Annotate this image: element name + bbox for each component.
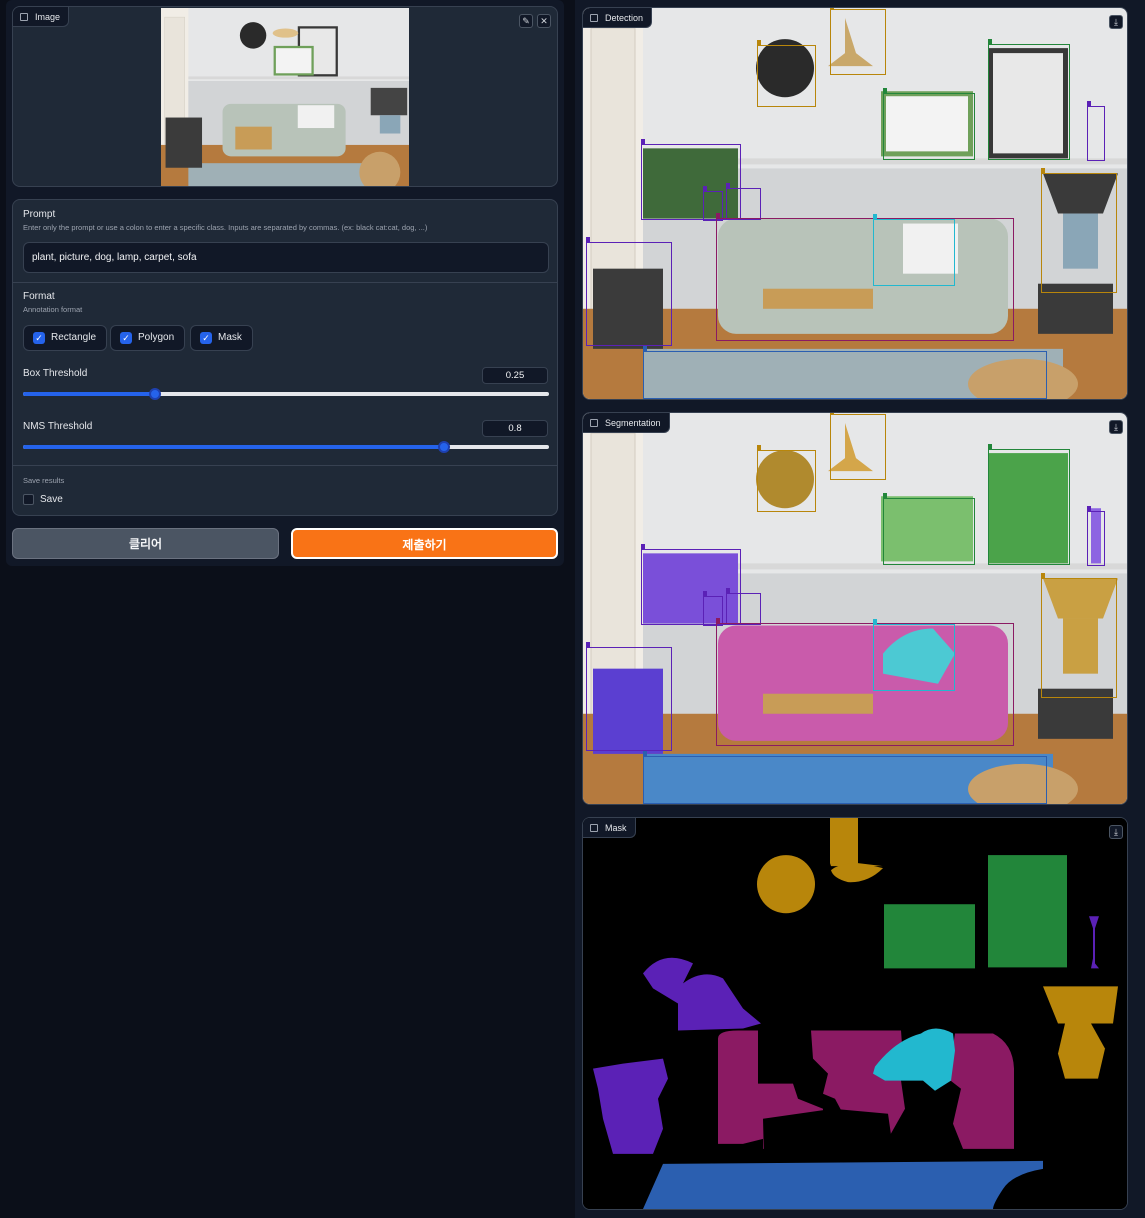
box-threshold-value[interactable]: 0.25 bbox=[482, 367, 548, 384]
checkmark-icon[interactable]: ✓ bbox=[120, 332, 132, 344]
detection-output: Detection ⤓ bbox=[582, 7, 1128, 400]
bbox-sofa bbox=[716, 213, 1014, 341]
bbox-plant bbox=[586, 642, 672, 751]
image-icon bbox=[590, 419, 598, 427]
slider-thumb[interactable] bbox=[148, 388, 161, 400]
bbox-lamp bbox=[1041, 573, 1117, 698]
mask-image bbox=[583, 818, 1127, 1209]
bbox-lamp bbox=[1041, 168, 1117, 293]
nms-threshold-label: NMS Threshold bbox=[23, 421, 93, 432]
settings-form: Prompt Enter only the prompt or use a co… bbox=[12, 199, 558, 516]
bbox-picture bbox=[883, 88, 975, 160]
bbox-picture bbox=[988, 39, 1070, 160]
bbox-plant bbox=[703, 186, 723, 221]
box-threshold-slider[interactable] bbox=[23, 388, 549, 400]
bbox-picture bbox=[988, 444, 1070, 565]
checkbox-polygon[interactable]: ✓ Polygon bbox=[110, 325, 186, 351]
save-section-label: Save results bbox=[23, 476, 65, 485]
bbox-carpet bbox=[643, 751, 1047, 804]
segmentation-output: Segmentation ⤓ bbox=[582, 412, 1128, 805]
divider bbox=[13, 465, 557, 466]
checkmark-icon[interactable]: ✓ bbox=[200, 332, 212, 344]
download-icon[interactable]: ⤓ bbox=[1109, 15, 1123, 29]
divider bbox=[13, 282, 557, 283]
image-icon bbox=[590, 824, 598, 832]
save-checkbox[interactable]: Save bbox=[23, 494, 63, 505]
bbox-plant bbox=[726, 588, 761, 625]
prompt-title: Prompt bbox=[23, 209, 56, 220]
bbox-dog bbox=[873, 619, 955, 691]
image-icon bbox=[590, 14, 598, 22]
submit-button[interactable]: 제출하기 bbox=[291, 528, 558, 559]
bbox-lamp bbox=[830, 8, 886, 75]
checkbox-rectangle[interactable]: ✓ Rectangle bbox=[23, 325, 108, 351]
bbox-lamp bbox=[1087, 101, 1105, 161]
download-icon[interactable]: ⤓ bbox=[1109, 825, 1123, 839]
mask-output: Mask ⤓ bbox=[582, 817, 1128, 1210]
image-input[interactable]: Image ✎ ✕ bbox=[12, 6, 558, 187]
pencil-icon[interactable]: ✎ bbox=[519, 14, 533, 28]
mask-label: Mask bbox=[583, 818, 636, 838]
bbox-carpet bbox=[643, 346, 1047, 399]
nms-threshold-slider[interactable] bbox=[23, 441, 549, 453]
bbox-picture bbox=[757, 445, 816, 512]
slider-thumb[interactable] bbox=[437, 441, 450, 453]
image-icon bbox=[20, 13, 28, 21]
download-icon[interactable]: ⤓ bbox=[1109, 420, 1123, 434]
bbox-sofa bbox=[716, 618, 1014, 746]
slider-fill bbox=[23, 445, 444, 449]
checkmark-icon[interactable]: ✓ bbox=[33, 332, 45, 344]
checkbox-mask[interactable]: ✓ Mask bbox=[190, 325, 253, 351]
format-title: Format bbox=[23, 291, 55, 302]
format-info: Annotation format bbox=[23, 305, 83, 314]
bbox-plant bbox=[726, 183, 761, 220]
prompt-input[interactable]: plant, picture, dog, lamp, carpet, sofa bbox=[23, 242, 549, 273]
bbox-picture bbox=[757, 40, 816, 107]
checkbox-box[interactable] bbox=[23, 494, 34, 505]
bbox-plant bbox=[703, 591, 723, 626]
close-icon[interactable]: ✕ bbox=[537, 14, 551, 28]
nms-threshold-value[interactable]: 0.8 bbox=[482, 420, 548, 437]
detection-label: Detection bbox=[583, 8, 653, 28]
segmentation-label: Segmentation bbox=[583, 413, 670, 433]
input-image bbox=[161, 8, 409, 186]
input-panel: Image ✎ ✕ Prompt Enter only the prompt o… bbox=[6, 0, 564, 566]
bbox-picture bbox=[883, 493, 975, 565]
output-panel: Detection ⤓ Segmentation ⤓ Mask ⤓ bbox=[575, 0, 1145, 1218]
detection-image bbox=[583, 8, 1127, 399]
bbox-lamp bbox=[830, 413, 886, 480]
slider-fill bbox=[23, 392, 155, 396]
bbox-plant bbox=[586, 237, 672, 346]
bbox-dog bbox=[873, 214, 955, 286]
image-label: Image bbox=[13, 7, 70, 27]
bbox-lamp bbox=[1087, 506, 1105, 566]
clear-button[interactable]: 클리어 bbox=[12, 528, 279, 559]
segmentation-image bbox=[583, 413, 1127, 804]
prompt-info: Enter only the prompt or use a colon to … bbox=[23, 223, 428, 232]
box-threshold-label: Box Threshold bbox=[23, 368, 88, 379]
